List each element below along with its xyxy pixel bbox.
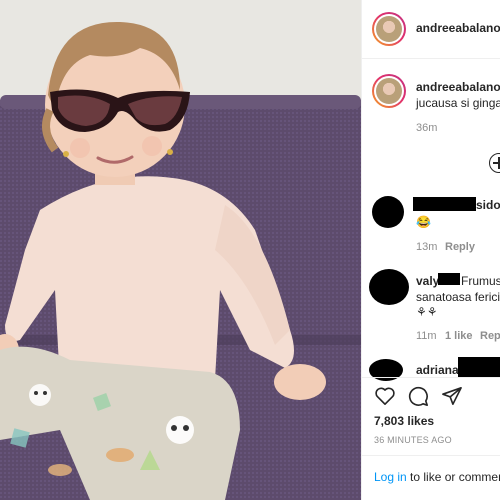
baby-photo-image bbox=[0, 0, 361, 500]
post-side-panel: andreeabalanoff andreeabalanoff jucausa … bbox=[361, 0, 500, 500]
caption-avatar[interactable] bbox=[372, 74, 406, 108]
author-avatar[interactable] bbox=[372, 12, 406, 46]
comment-likes[interactable]: 1 like bbox=[445, 330, 473, 342]
comment-reply-button[interactable]: Reply bbox=[480, 330, 500, 342]
caption-time: 36m bbox=[416, 122, 438, 134]
post-timestamp: 36 MINUTES AGO bbox=[374, 435, 452, 445]
comment-text: Frumuse bbox=[461, 274, 500, 288]
comment-time: 11m bbox=[416, 330, 437, 342]
comment-reply-button[interactable]: Reply bbox=[445, 241, 475, 253]
comment-avatar[interactable] bbox=[369, 269, 409, 305]
heart-icon[interactable] bbox=[374, 386, 396, 406]
comment-username[interactable]: sidor bbox=[476, 198, 500, 212]
share-icon[interactable] bbox=[441, 386, 463, 406]
redacted-username bbox=[438, 273, 460, 285]
caption-text: jucausa si ginga bbox=[416, 96, 500, 110]
header-divider bbox=[362, 58, 500, 59]
caption-username[interactable]: andreeabalanoff bbox=[416, 80, 500, 94]
comment-username[interactable]: valy bbox=[416, 274, 439, 288]
login-prompt-text: to like or comment bbox=[406, 470, 500, 484]
login-prompt: Log in to like or comment bbox=[374, 470, 500, 484]
comments-divider bbox=[362, 377, 500, 378]
comment-text: ⚘⚘ bbox=[416, 305, 438, 319]
comment-avatar[interactable] bbox=[372, 196, 404, 228]
comment-text: 😂 bbox=[416, 215, 431, 229]
post-photo bbox=[0, 0, 361, 500]
add-icon[interactable] bbox=[489, 153, 500, 173]
likes-count[interactable]: 7,803 likes bbox=[374, 414, 434, 428]
login-link[interactable]: Log in bbox=[374, 470, 407, 484]
comment-time: 13m bbox=[416, 241, 438, 253]
footer-divider bbox=[362, 455, 500, 456]
comment-text: sanatoasa fericita bbox=[416, 290, 500, 304]
redacted-username bbox=[413, 197, 476, 211]
comment-icon[interactable] bbox=[407, 385, 429, 407]
author-username[interactable]: andreeabalanoff bbox=[416, 21, 500, 35]
redacted-username bbox=[458, 357, 500, 377]
